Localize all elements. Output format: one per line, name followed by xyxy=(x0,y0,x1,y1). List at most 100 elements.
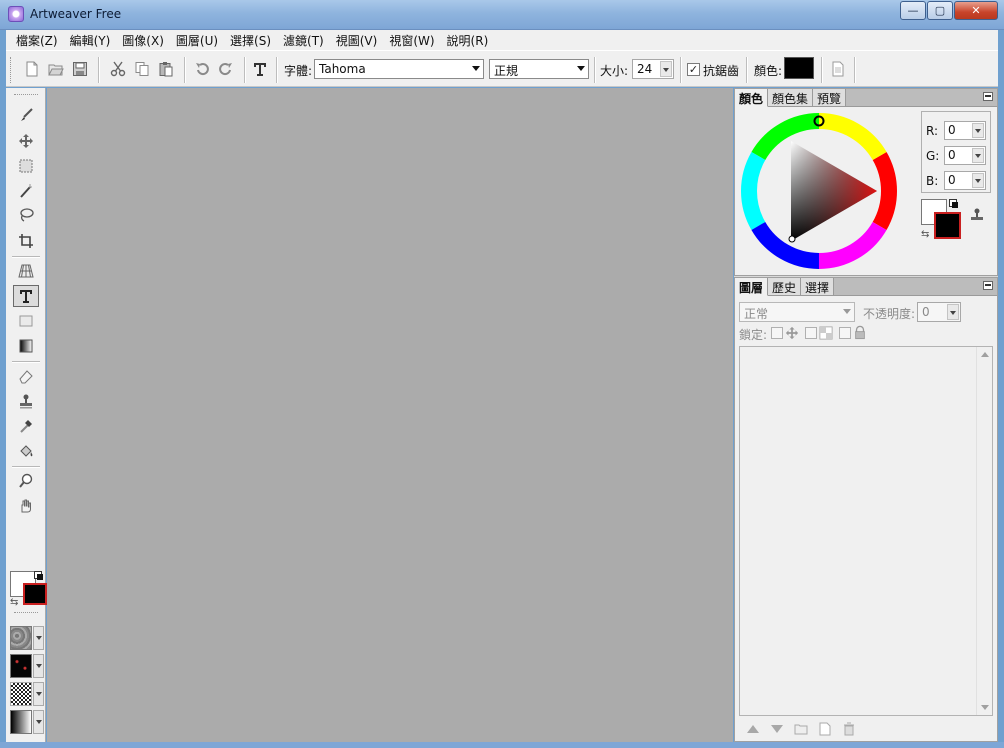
menu-layer[interactable]: 圖層(U) xyxy=(170,32,224,49)
default-colors-icon[interactable] xyxy=(949,199,959,209)
palette-grip[interactable] xyxy=(14,612,38,615)
cut-button[interactable] xyxy=(110,59,126,79)
antialias-checkbox[interactable]: ✓ xyxy=(687,63,700,76)
text-options-button[interactable] xyxy=(830,59,846,79)
maximize-button[interactable]: ▢ xyxy=(927,1,953,20)
font-size-dropdown-button[interactable] xyxy=(660,61,672,77)
magic-wand-tool[interactable] xyxy=(13,180,39,202)
menu-image[interactable]: 圖像(X) xyxy=(116,32,170,49)
right-panels: 顏色 顏色集 預覽 R: 0 G: 0 B: 0 ⇆ 圖層 歷史 選擇 正常 不… xyxy=(734,88,998,742)
menu-window[interactable]: 視窗(W) xyxy=(383,32,440,49)
scroll-down-icon[interactable] xyxy=(981,705,989,710)
tab-layers[interactable]: 圖層 xyxy=(735,278,769,296)
menu-edit[interactable]: 編輯(Y) xyxy=(64,32,117,49)
texture-selector-4[interactable] xyxy=(10,710,44,734)
artweaver-app-icon[interactable] xyxy=(8,6,24,22)
foreground-color-swatch[interactable] xyxy=(934,212,961,239)
canvas-workspace[interactable] xyxy=(47,88,733,742)
new-layer-button[interactable] xyxy=(817,722,833,736)
new-layer-group-button[interactable] xyxy=(793,722,809,736)
lasso-tool[interactable] xyxy=(13,204,39,226)
default-colors-icon[interactable] xyxy=(34,571,44,581)
g-dropdown-button[interactable] xyxy=(972,148,984,163)
lock-position-checkbox[interactable] xyxy=(771,327,783,339)
chevron-down-icon[interactable] xyxy=(33,682,44,706)
move-layer-down-button[interactable] xyxy=(769,722,785,736)
chevron-down-icon[interactable] xyxy=(33,654,44,678)
menu-file[interactable]: 檔案(Z) xyxy=(10,32,64,49)
text-color-swatch[interactable] xyxy=(784,57,814,79)
paint-bucket-tool[interactable] xyxy=(13,440,39,462)
r-dropdown-button[interactable] xyxy=(972,123,984,138)
tab-color-sets[interactable]: 顏色集 xyxy=(768,89,814,107)
swap-colors-icon[interactable]: ⇆ xyxy=(921,229,929,240)
save-button[interactable] xyxy=(72,59,88,79)
swap-colors-icon[interactable]: ⇆ xyxy=(10,597,18,608)
redo-button[interactable] xyxy=(218,59,234,79)
close-button[interactable]: ✕ xyxy=(954,1,998,20)
foreground-color-swatch[interactable] xyxy=(23,583,47,605)
panel-menu-icon[interactable] xyxy=(983,281,993,290)
scroll-up-icon[interactable] xyxy=(981,352,989,357)
lock-transparency-checkbox[interactable] xyxy=(805,327,817,339)
new-file-button[interactable] xyxy=(24,59,40,79)
paste-button[interactable] xyxy=(158,59,174,79)
layer-list[interactable] xyxy=(739,346,993,716)
clone-stamp-tool[interactable] xyxy=(13,390,39,412)
zoom-tool[interactable] xyxy=(13,470,39,492)
tab-preview[interactable]: 預覽 xyxy=(813,89,847,107)
saturation-triangle[interactable] xyxy=(791,141,877,241)
chevron-down-icon[interactable] xyxy=(33,626,44,650)
texture-selector-3[interactable] xyxy=(10,682,44,706)
undo-button[interactable] xyxy=(194,59,210,79)
stamp-icon[interactable] xyxy=(969,207,985,223)
texture-selector-2[interactable] xyxy=(10,654,44,678)
eyedropper-tool[interactable] xyxy=(13,415,39,437)
color-wheel[interactable] xyxy=(739,111,899,271)
layer-list-scrollbar[interactable] xyxy=(976,347,992,715)
size-label: 大小: xyxy=(600,64,629,78)
menu-view[interactable]: 視圖(V) xyxy=(330,32,384,49)
lock-all-checkbox[interactable] xyxy=(839,327,851,339)
toolbar-grip[interactable] xyxy=(10,57,13,83)
font-size-field[interactable]: 24 xyxy=(632,59,674,79)
tab-selection[interactable]: 選擇 xyxy=(801,278,835,296)
blend-mode-select[interactable]: 正常 xyxy=(739,302,855,322)
menu-select[interactable]: 選擇(S) xyxy=(224,32,277,49)
eraser-tool[interactable] xyxy=(13,365,39,387)
shape-tool[interactable] xyxy=(13,310,39,332)
r-input[interactable]: 0 xyxy=(944,121,986,140)
menu-help[interactable]: 說明(R) xyxy=(441,32,495,49)
lock-transparency-icon xyxy=(819,326,833,340)
tab-history[interactable]: 歷史 xyxy=(768,278,802,296)
b-input[interactable]: 0 xyxy=(944,171,986,190)
opacity-dropdown-button[interactable] xyxy=(947,304,959,320)
texture-selector-1[interactable] xyxy=(10,626,44,650)
palette-grip[interactable] xyxy=(14,94,38,97)
open-file-button[interactable] xyxy=(48,59,64,79)
perspective-tool[interactable] xyxy=(13,260,39,282)
b-dropdown-button[interactable] xyxy=(972,173,984,188)
color-picker-handle[interactable] xyxy=(788,235,796,243)
text-tool[interactable] xyxy=(13,285,39,307)
brush-tool[interactable] xyxy=(13,104,39,126)
crop-tool[interactable] xyxy=(13,230,39,252)
move-tool[interactable] xyxy=(13,130,39,152)
g-value: 0 xyxy=(948,148,956,162)
delete-layer-button[interactable] xyxy=(841,722,857,736)
opacity-field[interactable]: 0 xyxy=(917,302,961,322)
move-arrows-icon xyxy=(19,134,33,148)
chevron-down-icon[interactable] xyxy=(33,710,44,734)
font-family-select[interactable]: Tahoma xyxy=(314,59,484,79)
g-input[interactable]: 0 xyxy=(944,146,986,165)
panel-menu-icon[interactable] xyxy=(983,92,993,101)
hand-tool[interactable] xyxy=(13,495,39,517)
rectangle-select-tool[interactable] xyxy=(13,155,39,177)
move-layer-up-button[interactable] xyxy=(745,722,761,736)
gradient-tool[interactable] xyxy=(13,335,39,357)
minimize-button[interactable]: — xyxy=(900,1,926,20)
font-style-select[interactable]: 正規 xyxy=(489,59,589,79)
menu-filter[interactable]: 濾鏡(T) xyxy=(277,32,330,49)
tab-color[interactable]: 顏色 xyxy=(735,89,769,107)
copy-button[interactable] xyxy=(134,59,150,79)
